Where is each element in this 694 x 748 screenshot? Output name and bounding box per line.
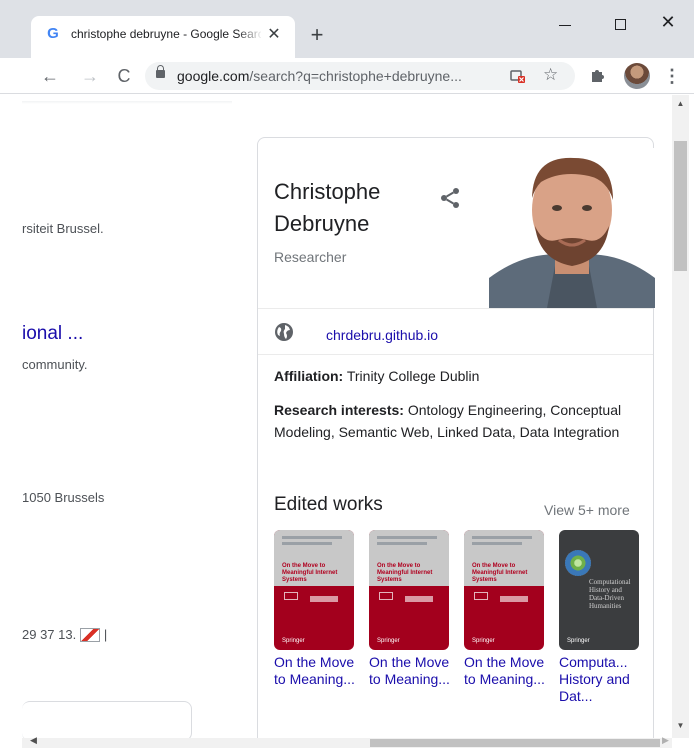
cover-emblem bbox=[474, 592, 488, 600]
tab-active[interactable]: G christophe debruyne - Google Search ✕ bbox=[31, 16, 295, 58]
profile-avatar[interactable] bbox=[624, 63, 650, 89]
fact-label: Research interests: bbox=[274, 402, 404, 418]
kp-photo[interactable] bbox=[489, 148, 655, 308]
image-thumbnail-icon[interactable] bbox=[80, 628, 101, 642]
cover-title: On the Move to Meaningful Internet Syste… bbox=[472, 563, 528, 583]
cover-title: On the Move to Meaningful Internet Syste… bbox=[377, 563, 433, 583]
cover-line bbox=[282, 536, 342, 539]
tab-strip: G christophe debruyne - Google Search ✕ … bbox=[0, 0, 694, 58]
scroll-up-arrow-icon[interactable]: ▲ bbox=[672, 95, 689, 112]
scroll-down-arrow-icon[interactable]: ▼ bbox=[672, 717, 689, 734]
browser-window: G christophe debruyne - Google Search ✕ … bbox=[0, 0, 694, 748]
kp-divider bbox=[258, 308, 653, 309]
scroll-left-arrow-icon[interactable]: ◀ bbox=[30, 735, 37, 746]
extensions-puzzle-icon[interactable] bbox=[588, 65, 608, 85]
window-close-button[interactable]: ✕ bbox=[648, 8, 688, 36]
result-snippet: 1050 Brussels bbox=[22, 490, 105, 505]
horizontal-scrollbar[interactable]: ◀ ▶ bbox=[22, 735, 672, 748]
cover-line bbox=[472, 542, 522, 545]
close-icon: ✕ bbox=[660, 12, 676, 32]
kp-section-title: Edited works bbox=[274, 494, 383, 515]
kp-title: Christophe Debruyne bbox=[274, 179, 381, 236]
vertical-scroll-thumb[interactable] bbox=[674, 141, 687, 271]
back-button[interactable]: ← bbox=[38, 64, 62, 88]
blocked-content-icon[interactable] bbox=[510, 68, 526, 84]
url-text: google.com/search?q=christophe+debruyne.… bbox=[177, 68, 462, 84]
result-link[interactable]: ional ... bbox=[22, 323, 83, 345]
forward-button[interactable]: → bbox=[78, 64, 102, 88]
result-card bbox=[22, 701, 192, 738]
tab-close-icon[interactable]: ✕ bbox=[263, 24, 285, 46]
cover-emblem bbox=[500, 596, 528, 602]
new-tab-button[interactable]: + bbox=[305, 23, 329, 47]
publisher-logo: Springer bbox=[282, 638, 305, 644]
kp-website-link[interactable]: chrdebru.github.io bbox=[326, 327, 438, 343]
fact-label: Affiliation: bbox=[274, 368, 344, 384]
cover-emblem bbox=[310, 596, 338, 602]
lock-icon[interactable] bbox=[156, 65, 165, 78]
kp-fact-affiliation: Affiliation: Trinity College Dublin bbox=[274, 365, 644, 387]
kp-subtitle: Researcher bbox=[274, 249, 347, 265]
minimize-icon bbox=[559, 25, 571, 26]
horizontal-scroll-thumb[interactable] bbox=[370, 739, 660, 747]
address-bar[interactable]: google.com/search?q=christophe+debruyne.… bbox=[145, 62, 575, 90]
cover-emblem bbox=[284, 592, 298, 600]
book-title-link[interactable]: Computa... History and Dat... bbox=[559, 654, 641, 705]
book-cover[interactable]: On the Move to Meaningful Internet Syste… bbox=[274, 530, 354, 650]
reload-button[interactable]: C bbox=[112, 64, 136, 88]
publisher-logo: Springer bbox=[377, 638, 400, 644]
result-snippet: rsiteit Brussel. bbox=[22, 221, 104, 236]
url-host: google.com bbox=[177, 68, 250, 84]
minimize-button[interactable] bbox=[545, 8, 585, 36]
result-snippet-phone: 29 37 13. | bbox=[22, 627, 107, 642]
book-cover[interactable]: On the Move to Meaningful Internet Syste… bbox=[369, 530, 449, 650]
book-cover[interactable]: On the Move to Meaningful Internet Syste… bbox=[464, 530, 544, 650]
result-snippet: community. bbox=[22, 357, 88, 372]
cover-title: On the Move to Meaningful Internet Syste… bbox=[282, 563, 338, 583]
cover-emblem bbox=[379, 592, 393, 600]
phone-snippet-text: 29 37 13. bbox=[22, 627, 77, 642]
url-path: /search?q=christophe+debruyne... bbox=[249, 68, 462, 84]
publisher-logo: Springer bbox=[472, 638, 495, 644]
maximize-button[interactable] bbox=[600, 8, 640, 36]
book-title-link[interactable]: On the Move to Meaning... bbox=[274, 654, 356, 688]
cover-line bbox=[472, 536, 532, 539]
fact-value: Trinity College Dublin bbox=[346, 368, 480, 384]
browser-toolbar: ← → C google.com/search?q=christophe+deb… bbox=[0, 58, 694, 94]
cover-emblem bbox=[405, 596, 433, 602]
tab-title-fade bbox=[237, 24, 263, 46]
book-title-link[interactable]: On the Move to Meaning... bbox=[369, 654, 451, 688]
book-cover[interactable]: Computational History and Data-Driven Hu… bbox=[559, 530, 639, 650]
page-viewport: rsiteit Brussel. ional ... community. 10… bbox=[22, 95, 672, 738]
tab-title: christophe debruyne - Google Search bbox=[71, 27, 261, 41]
share-icon[interactable] bbox=[438, 186, 462, 210]
knowledge-panel: Christophe Debruyne Researcher chrdebru.… bbox=[257, 137, 655, 738]
maximize-icon bbox=[614, 19, 626, 30]
scroll-right-arrow-icon[interactable]: ▶ bbox=[662, 735, 669, 746]
cover-line bbox=[282, 542, 332, 545]
search-results-column: rsiteit Brussel. ional ... community. 10… bbox=[22, 95, 252, 738]
header-shadow bbox=[22, 101, 232, 104]
kp-fact-research-interests: Research interests: Ontology Engineering… bbox=[274, 399, 644, 443]
publisher-logo: Springer bbox=[567, 638, 590, 644]
cover-disc-graphic bbox=[565, 550, 591, 576]
vertical-scrollbar[interactable]: ▲ ▼ bbox=[672, 95, 689, 738]
book-title-link[interactable]: On the Move to Meaning... bbox=[464, 654, 546, 688]
cover-line bbox=[377, 536, 437, 539]
google-favicon-icon: G bbox=[47, 25, 59, 42]
kebab-menu-icon[interactable]: ⋮ bbox=[662, 64, 682, 88]
cover-line bbox=[377, 542, 427, 545]
kp-divider bbox=[258, 354, 653, 355]
view-more-link[interactable]: View 5+ more bbox=[544, 502, 630, 518]
globe-icon bbox=[275, 323, 293, 341]
bookmark-star-icon[interactable]: ☆ bbox=[543, 65, 558, 85]
cover-title: Computational History and Data-Driven Hu… bbox=[589, 578, 631, 610]
snippet-separator: | bbox=[103, 627, 108, 642]
